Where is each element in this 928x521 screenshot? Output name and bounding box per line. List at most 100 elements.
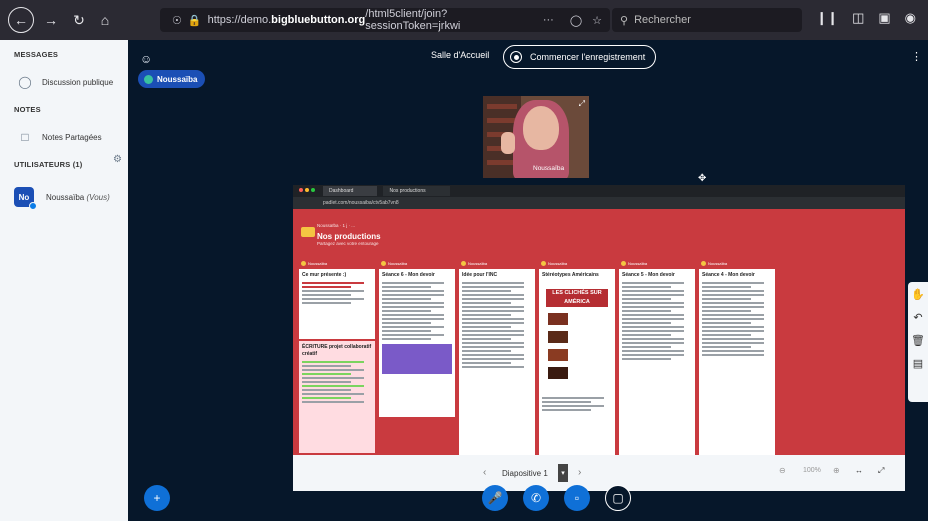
padlet-card: Séance 5 - Mon devoir [619, 269, 695, 459]
trash-icon[interactable]: 🗑 [911, 334, 925, 347]
actions-plus-button[interactable]: + [144, 485, 170, 511]
padlet-subtitle: Partagez avec votre entourage [317, 241, 379, 246]
microphone-button[interactable]: 🎤 [482, 485, 508, 511]
padlet-crumb: Noussaïba · 1 j · ... [317, 223, 356, 228]
participant-hand [501, 132, 515, 154]
zoom-out-icon[interactable]: ⊖ [779, 466, 786, 475]
inner-tab-dashboard: Dashboard [323, 186, 378, 196]
prev-slide-icon[interactable]: ‹ [483, 467, 486, 478]
talking-user-chip: Noussaïba [138, 70, 206, 88]
camera-button[interactable]: ▫ [564, 485, 590, 511]
forward-arrow-icon[interactable]: → [40, 9, 62, 31]
column-author: Noussaïba [308, 260, 328, 266]
chat-bubble-icon: ◯ [18, 75, 32, 89]
participant-face [523, 106, 559, 150]
reload-icon[interactable]: ↻ [68, 9, 90, 31]
shared-browser-tabs: Dashboard Nos productions [293, 185, 905, 197]
padlet-card: Séance 6 - Mon devoir [379, 269, 455, 417]
card-title: ÉCRITURE projet collaboratif créatif [302, 344, 372, 357]
padlet-card: ÉCRITURE projet collaboratif créatif [299, 341, 375, 453]
fullscreen-icon[interactable]: ⤢ [579, 99, 585, 109]
slide-selector[interactable]: Diapositive 1 [498, 465, 552, 481]
column-author: Noussaïba [708, 260, 728, 266]
card-title: Idée pour l'INC [462, 272, 498, 278]
webcam-video[interactable]: ⤢ Noussaïba [483, 96, 589, 178]
address-bar[interactable]: ☉ 🔒 https://demo. bigbluebutton.org/html5… [160, 8, 610, 32]
search-field[interactable]: ⚲ Rechercher [612, 8, 802, 32]
zoom-in-icon[interactable]: ⊕ [833, 466, 840, 475]
pocket-icon[interactable]: ◯ [570, 14, 582, 27]
public-chat-label: Discussion publique [42, 77, 114, 87]
bbb-sidebar: MESSAGES ◯ Discussion publique NOTES □ N… [0, 40, 128, 521]
library-icon[interactable]: ❙❙ [816, 10, 838, 26]
padlet-card: Ce mur présente :) [299, 269, 375, 339]
meeting-area: ☺ Noussaïba Salle d'Accueil Commencer l'… [128, 40, 928, 521]
options-menu-icon[interactable]: ⋮ [911, 50, 922, 63]
padlet-board: Noussaïba · 1 j · ... Nos productions Pa… [293, 209, 905, 481]
home-icon[interactable]: ⌂ [94, 9, 116, 31]
padlet-card: Idée pour l'INC [459, 269, 535, 459]
shield-icon: ☉ [172, 14, 182, 27]
next-slide-icon[interactable]: › [578, 467, 581, 478]
hand-tool-icon[interactable]: ✋ [911, 288, 925, 301]
talking-user-name: Noussaïba [157, 74, 198, 84]
padlet-column: Noussaïba Stéréotypes Américains LES CLI… [539, 259, 615, 459]
padlet-card: Séance 4 - Mon devoir [699, 269, 775, 459]
user-list-toggle-icon[interactable]: ☺ [140, 52, 152, 66]
padlet-column: Noussaïba Séance 5 - Mon devoir [619, 259, 695, 459]
column-author: Noussaïba [548, 260, 568, 266]
avatar-initials: No [18, 192, 30, 202]
fullscreen-presentation-icon[interactable]: ⤢ [878, 466, 884, 476]
user-you-suffix: (Vous) [86, 192, 110, 202]
presentation-area[interactable]: Dashboard Nos productions padlet.com/nou… [293, 185, 905, 491]
padlet-column: Noussaïba Séance 4 - Mon devoir [699, 259, 775, 459]
back-arrow-icon[interactable]: ← [8, 7, 34, 33]
record-icon [510, 51, 522, 63]
inner-tab-productions: Nos productions [383, 186, 450, 196]
screen-share-button[interactable]: ▢ [605, 485, 631, 511]
fit-width-icon[interactable]: ↔ [855, 466, 863, 475]
audio-attachment [382, 343, 452, 374]
shared-notes-item[interactable]: □ Notes Partagées [0, 124, 128, 150]
card-title: Séance 4 - Mon devoir [702, 272, 755, 278]
padlet-column: Noussaïba Ce mur présente :) ÉCRITURE pr… [299, 259, 375, 455]
slide-dropdown-icon[interactable]: ▾ [558, 464, 568, 482]
settings-gear-icon[interactable]: ⚙ [113, 154, 122, 165]
presenter-dot-icon [29, 202, 37, 210]
browser-toolbar: ← → ↻ ⌂ ☉ 🔒 https://demo. bigbluebutton.o… [0, 0, 928, 40]
room-title: Salle d'Accueil [431, 50, 490, 60]
url-host: bigbluebutton.org [271, 14, 366, 26]
search-icon: ⚲ [620, 14, 629, 27]
padlet-column: Noussaïba Séance 6 - Mon devoir [379, 259, 455, 455]
url-prefix: https://demo. [207, 14, 272, 26]
search-placeholder: Rechercher [634, 14, 691, 26]
sidebar-toggle-icon[interactable]: ◫ [852, 10, 864, 26]
talking-indicator-icon [144, 74, 153, 84]
bookmark-star-icon[interactable]: ☆ [592, 14, 602, 27]
undo-icon[interactable]: ↶ [913, 311, 922, 324]
user-list-item[interactable]: No Noussaïba (Vous) [0, 181, 128, 213]
start-recording-button[interactable]: Commencer l'enregistrement [503, 45, 657, 69]
user-name: Noussaïba [46, 192, 85, 202]
inner-url-bar: padlet.com/noussaiba/ctv5ab7vn8 [293, 197, 905, 209]
action-bar: + 🎤 ✆ ▫ ▢ [128, 485, 928, 521]
record-label: Commencer l'enregistrement [530, 52, 646, 62]
phone-audio-button[interactable]: ✆ [523, 485, 549, 511]
card-title: Séance 5 - Mon devoir [622, 272, 675, 278]
page-actions-icon[interactable]: ··· [543, 14, 554, 26]
avatar: No [14, 187, 37, 210]
account-icon[interactable]: ◉ [905, 10, 916, 26]
notes-heading: NOTES [14, 105, 41, 114]
webcam-name: Noussaïba [533, 165, 565, 172]
reader-icon[interactable]: ▣ [878, 10, 890, 26]
public-chat-item[interactable]: ◯ Discussion publique [0, 69, 128, 95]
move-cursor-icon: ✥ [698, 173, 707, 184]
padlet-column: Noussaïba Idée pour l'INC [459, 259, 535, 459]
card-title: Stéréotypes Américains [542, 272, 599, 278]
multi-user-icon[interactable]: ▤ [913, 357, 923, 370]
url-path: /html5client/join?sessionToken=jrkwi [365, 8, 461, 32]
column-author: Noussaïba [388, 260, 408, 266]
notes-page-icon: □ [21, 130, 29, 144]
column-author: Noussaïba [628, 260, 648, 266]
padlet-logo [301, 227, 315, 237]
